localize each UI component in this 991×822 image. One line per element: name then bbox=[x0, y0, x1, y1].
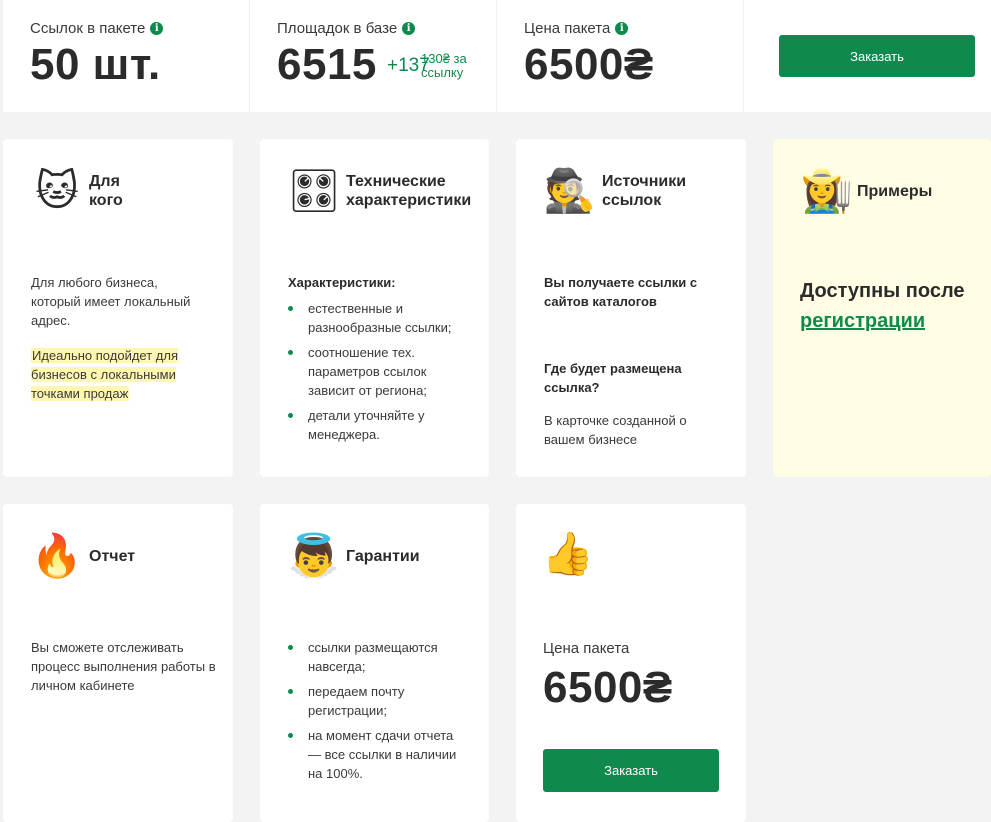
features-list: естественные и разнообразные ссылки; соо… bbox=[288, 299, 463, 444]
angel-baby-icon: 👼 bbox=[287, 531, 341, 580]
card-examples: 👩‍🌾 Примеры Доступны после регистрации bbox=[773, 139, 991, 477]
package-price-label: Цена пакета bbox=[524, 20, 611, 37]
card-text: Для любого бизнеса, который имеет локаль… bbox=[31, 275, 191, 328]
card-guarantee: 👼 Гарантии ссылки размещаются навсегда; … bbox=[260, 504, 489, 822]
order-price-label: Цена пакета bbox=[543, 640, 630, 657]
links-count-stat: Ссылок в пакете i 50 шт. bbox=[3, 0, 250, 112]
card-sources: 🕵 Источники ссылок Вы получаете ссылки с… bbox=[516, 139, 746, 477]
info-icon[interactable]: i bbox=[150, 22, 164, 35]
package-price-stat: Цена пакета i 6500₴ bbox=[497, 0, 744, 112]
card-title: Источники ссылок bbox=[602, 173, 687, 209]
sites-count-label: Площадок в базе bbox=[277, 20, 398, 37]
package-summary-bar: Ссылок в пакете i 50 шт. Площадок в базе… bbox=[3, 0, 991, 112]
order-button[interactable]: Заказать bbox=[779, 35, 975, 77]
card-question: Где будет размещена ссылка? bbox=[544, 361, 682, 395]
card-title: Для кого bbox=[89, 173, 123, 209]
card-report: 🔥 Отчет Вы сможете отслеживать процесс в… bbox=[3, 504, 233, 822]
locked-notice: Доступны после bbox=[800, 280, 965, 302]
guarantees-list: ссылки размещаются навсегда; передаем по… bbox=[288, 638, 463, 783]
thumbs-up-icon: 👍 bbox=[541, 529, 595, 578]
list-item: ссылки размещаются навсегда; bbox=[288, 638, 463, 676]
info-icon[interactable]: i bbox=[615, 22, 629, 35]
list-item: естественные и разнообразные ссылки; bbox=[288, 299, 463, 337]
order-price-value: 6500₴ bbox=[543, 663, 673, 712]
sites-count-value: 6515 bbox=[277, 40, 377, 89]
card-who: 🐱 Для кого Для любого бизнеса, который и… bbox=[3, 139, 233, 477]
card-subheading: Характеристики: bbox=[288, 275, 396, 290]
highlight-note: Идеально подойдет для бизнесов с локальн… bbox=[31, 348, 178, 401]
register-link[interactable]: регистрации bbox=[800, 310, 925, 332]
list-item: передаем почту регистрации; bbox=[288, 682, 463, 720]
cat-face-icon: 🐱 bbox=[35, 166, 79, 215]
card-tech: 🎛 Технические характеристики Характерист… bbox=[260, 139, 489, 477]
card-text: Вы получаете ссылки с сайтов каталогов bbox=[544, 275, 698, 309]
info-icon[interactable]: i bbox=[402, 22, 416, 35]
package-price-value: 6500₴ bbox=[524, 40, 654, 89]
control-knobs-icon: 🎛 bbox=[287, 166, 341, 215]
fire-icon: 🔥 bbox=[30, 531, 84, 580]
card-order: 👍 Цена пакета 6500₴ Заказать bbox=[516, 504, 746, 822]
card-title: Примеры bbox=[857, 182, 933, 200]
card-title: Технические характеристики bbox=[346, 173, 472, 209]
order-button[interactable]: Заказать bbox=[543, 749, 719, 792]
card-title: Гарантии bbox=[346, 547, 420, 565]
list-item: соотношение тех. параметров ссылок завис… bbox=[288, 343, 463, 400]
links-count-value: 50 шт. bbox=[30, 40, 161, 89]
detective-icon: 🕵 bbox=[543, 166, 597, 215]
farmer-icon: 👩‍🌾 bbox=[800, 166, 854, 215]
card-text: Вы сможете отслеживать процесс выполнени… bbox=[31, 640, 216, 693]
price-per-link: 130₴ за ссылку bbox=[421, 51, 467, 80]
card-answer: В карточке созданной о вашем бизнесе bbox=[544, 413, 687, 447]
links-count-label: Ссылок в пакете bbox=[30, 20, 146, 37]
card-title: Отчет bbox=[89, 547, 136, 565]
list-item: детали уточняйте у менеджера. bbox=[288, 406, 463, 444]
list-item: на момент сдачи отчета — все ссылки в на… bbox=[288, 726, 463, 783]
